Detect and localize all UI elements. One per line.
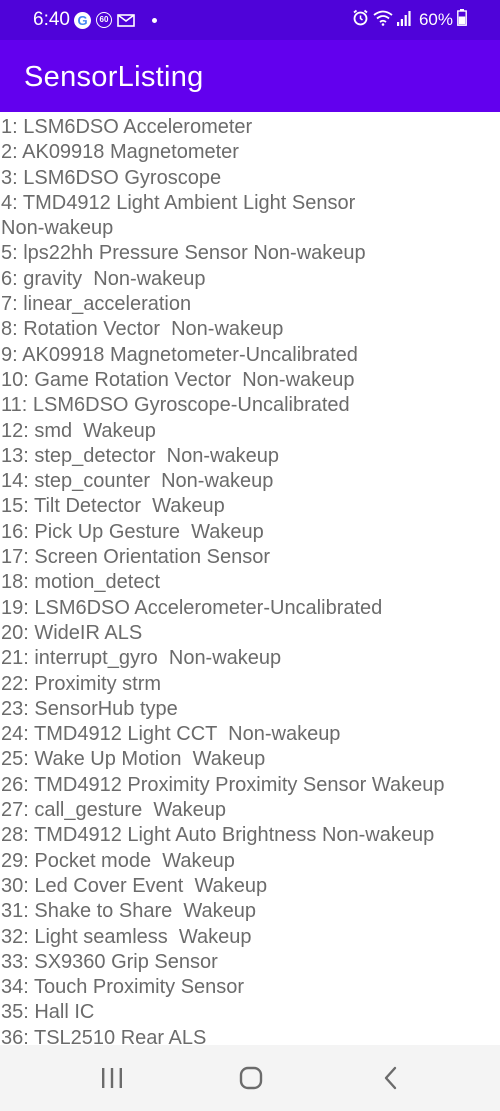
mail-icon — [117, 13, 135, 27]
sensor-list-item: 1: LSM6DSO Accelerometer — [1, 116, 253, 138]
sensor-list-item: 29: Pocket mode Wakeup — [1, 849, 235, 872]
sensor-list-item: 25: Wake Up Motion Wakeup — [1, 748, 266, 771]
sensor-list-item: 6: gravity Non-wakeup — [1, 267, 206, 290]
status-icons-right: 60% — [352, 9, 467, 31]
sensor-list[interactable]: 1: LSM6DSO Accelerometer 2: AK09918 Magne… — [0, 115, 500, 1045]
sensor-list-item: 26: TMD4912 Proximity Proximity Sensor W… — [1, 773, 445, 796]
home-icon[interactable] — [237, 1064, 265, 1092]
sensor-list-item: 16: Pick Up Gesture Wakeup — [1, 520, 264, 543]
sensor-list-item: 14: step_counter Non-wakeup — [1, 470, 274, 493]
sensor-list-item: 22: Proximity strm — [1, 672, 162, 695]
wifi-icon — [373, 10, 393, 31]
sensor-list-item: 12: smd Wakeup — [1, 419, 156, 442]
sensor-list-item: 4: TMD4912 Light Ambient Light Sensor No… — [1, 191, 356, 240]
sensor-list-item: 23: SensorHub type — [1, 697, 178, 720]
sensor-list-item: 35: Hall IC — [1, 1001, 95, 1024]
notification-dot-icon — [152, 17, 157, 23]
battery-icon — [457, 9, 467, 31]
sensor-list-item: 20: WideIR ALS — [1, 621, 143, 644]
sensor-list-item: 8: Rotation Vector Non-wakeup — [1, 318, 284, 341]
sensor-list-item: 15: Tilt Detector Wakeup — [1, 495, 225, 518]
sensor-list-item: 18: motion_detect — [1, 571, 160, 594]
app-bar: SensorListing — [0, 40, 500, 112]
sensor-list-item: 2: AK09918 Magnetometer — [1, 141, 239, 164]
sensor-list-item: 30: Led Cover Event Wakeup — [1, 874, 268, 897]
battery-percent: 60% — [418, 10, 453, 29]
sensor-list-item: 7: linear_acceleration — [1, 293, 192, 316]
sensor-list-item: 36: TSL2510 Rear ALS — [1, 1026, 207, 1045]
alarm-icon — [352, 9, 369, 31]
sensor-list-item: 32: Light seamless Wakeup — [1, 925, 252, 948]
sensor-list-item: 5: lps22hh Pressure Sensor Non-wakeup — [1, 242, 366, 265]
nav-bar — [0, 1045, 500, 1111]
sensor-list-item: 33: SX9360 Grip Sensor — [1, 950, 218, 973]
google-icon: G — [74, 11, 91, 29]
sixty-badge-icon: 60 — [96, 12, 112, 28]
sensor-list-item: 17: Screen Orientation Sensor — [1, 546, 271, 569]
sensor-list-item: 19: LSM6DSO Accelerometer-Uncalibrated — [1, 596, 383, 619]
signal-icon — [396, 10, 411, 31]
sensor-list-item: 11: LSM6DSO Gyroscope-Uncalibrated — [1, 394, 350, 417]
sensor-list-item: 31: Shake to Share Wakeup — [1, 900, 256, 923]
sensor-list-item: 21: interrupt_gyro Non-wakeup — [1, 647, 282, 670]
status-icons-left: G 60 — [74, 10, 157, 30]
sensor-list-item: 3: LSM6DSO Gyroscope — [1, 166, 222, 189]
sensor-list-item: 34: Touch Proximity Sensor — [1, 976, 245, 999]
screen: 6:40 G 60 60% SensorListing 1: LSM6DSO A… — [0, 0, 500, 1111]
sensor-list-item: 10: Game Rotation Vector Non-wakeup — [1, 368, 355, 391]
sensor-list-item: 27: call_gesture Wakeup — [1, 799, 226, 822]
back-icon[interactable] — [377, 1064, 405, 1092]
sensor-list-item: 9: AK09918 Magnetometer-Uncalibrated — [1, 343, 358, 366]
recent-apps-icon[interactable] — [98, 1064, 126, 1092]
sensor-list-item: 28: TMD4912 Light Auto Brightness Non-wa… — [1, 824, 435, 847]
sensor-list-item: 13: step_detector Non-wakeup — [1, 444, 279, 467]
sensor-list-item: 24: TMD4912 Light CCT Non-wakeup — [1, 723, 341, 746]
app-title: SensorListing — [24, 61, 204, 93]
status-time: 6:40 — [33, 9, 70, 30]
status-bar: 6:40 G 60 60% — [0, 0, 500, 40]
